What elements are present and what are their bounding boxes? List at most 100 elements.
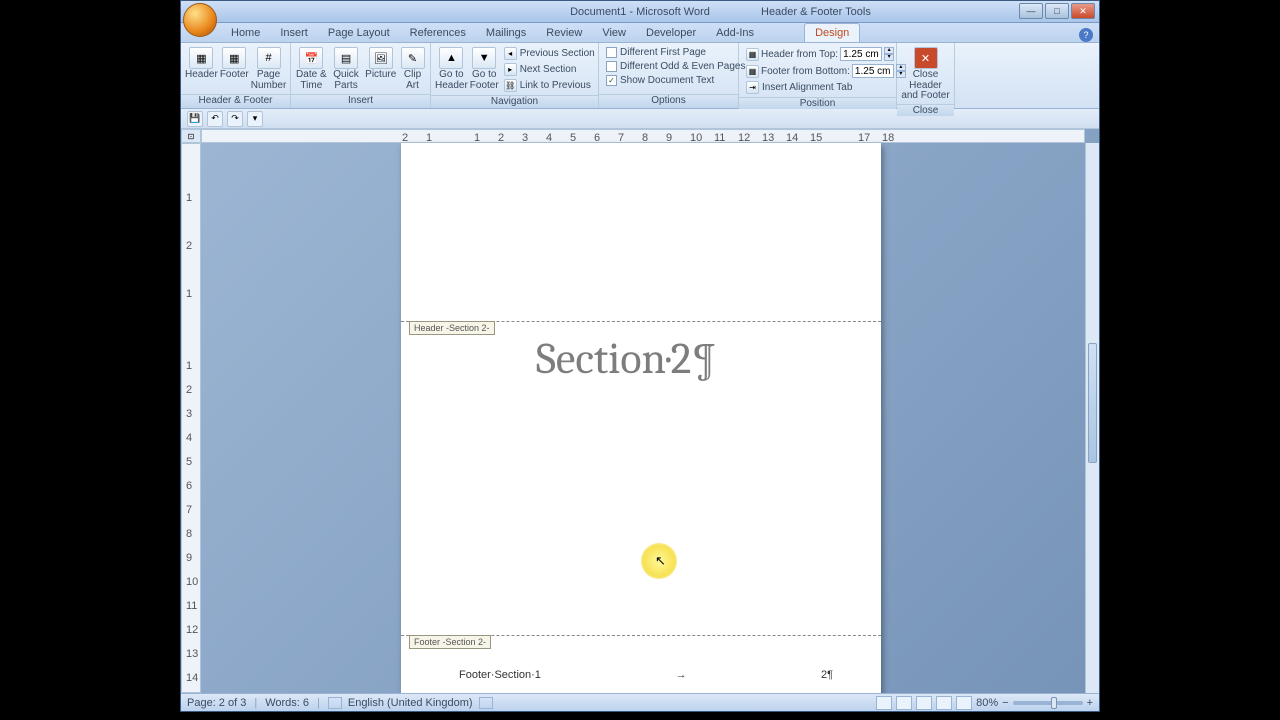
qat-custom-icon[interactable]: ▾ [247, 111, 263, 127]
quick-access-toolbar: 💾 ↶ ↷ ▾ [181, 109, 1099, 129]
document-page[interactable]: Header -Section 2- Section·2¶ Footer -Se… [401, 143, 881, 693]
macro-icon[interactable] [479, 697, 493, 709]
close-header-footer-button[interactable]: ✕Close Header and Footer [901, 45, 950, 102]
close-button[interactable]: ✕ [1071, 3, 1095, 19]
footer-section-tab: Footer -Section 2- [409, 635, 491, 649]
group-label: Position [739, 97, 896, 109]
help-icon[interactable]: ? [1079, 28, 1093, 42]
footer-button[interactable]: ▦Footer [220, 45, 249, 81]
document-area: ⊡ 211234567891011121314151718 1211234567… [181, 129, 1099, 693]
tab-insert[interactable]: Insert [270, 24, 318, 42]
header-icon: ▦ [189, 47, 213, 69]
scrollbar-thumb[interactable] [1088, 343, 1097, 463]
footer-text[interactable]: Footer·Section·1 → 2¶ [459, 669, 833, 681]
footer-tab-char: → [675, 669, 686, 681]
tab-mailings[interactable]: Mailings [476, 24, 536, 42]
tab-addins[interactable]: Add-Ins [706, 24, 764, 42]
ruler-corner[interactable]: ⊡ [181, 129, 201, 143]
header-section-tab: Header -Section 2- [409, 321, 495, 335]
ribbon: ▦Header ▦Footer #Page Number Header & Fo… [181, 43, 1099, 109]
header-top-input[interactable] [840, 47, 882, 61]
goto-footer-button[interactable]: ▼Go to Footer [470, 45, 499, 91]
header-text[interactable]: Section·2¶ [536, 333, 717, 384]
clip-art-button[interactable]: ✎Clip Art [399, 45, 426, 91]
checkbox-icon: ✓ [606, 75, 617, 86]
different-odd-even-check[interactable]: Different Odd & Even Pages [603, 60, 748, 73]
ribbon-tabs: Home Insert Page Layout References Maili… [181, 23, 1099, 43]
spinner[interactable]: ▴▾ [884, 47, 894, 61]
zoom-out-button[interactable]: − [1002, 697, 1008, 709]
redo-icon[interactable]: ↷ [227, 111, 243, 127]
office-button[interactable] [183, 3, 217, 37]
tab-review[interactable]: Review [536, 24, 592, 42]
checkbox-icon [606, 47, 617, 58]
view-full-screen-icon[interactable] [896, 696, 912, 710]
view-print-layout-icon[interactable] [876, 696, 892, 710]
horizontal-ruler[interactable]: 211234567891011121314151718 [201, 129, 1085, 143]
status-bar: Page: 2 of 3| Words: 6| English (United … [181, 693, 1099, 711]
header-top-icon: ▦ [746, 48, 759, 61]
view-web-layout-icon[interactable] [916, 696, 932, 710]
footer-from-bottom-field[interactable]: ▦Footer from Bottom:▴▾ [743, 63, 909, 79]
link-icon: ⛓ [504, 79, 517, 92]
goto-header-icon: ▲ [439, 47, 463, 69]
zoom-in-button[interactable]: + [1087, 697, 1093, 709]
footer-bottom-input[interactable] [852, 64, 894, 78]
close-icon: ✕ [914, 47, 938, 69]
group-label: Options [599, 94, 738, 108]
different-first-page-check[interactable]: Different First Page [603, 46, 748, 59]
zoom-slider[interactable] [1013, 701, 1083, 705]
vertical-scrollbar[interactable] [1085, 143, 1099, 693]
picture-button[interactable]: 🖼Picture [364, 45, 397, 81]
header-from-top-field[interactable]: ▦Header from Top:▴▾ [743, 46, 909, 62]
view-draft-icon[interactable] [956, 696, 972, 710]
clip-art-icon: ✎ [401, 47, 425, 69]
vertical-ruler[interactable]: 121123456789101112131415 [181, 143, 201, 693]
alignment-tab-icon: ⇥ [746, 81, 759, 94]
tab-developer[interactable]: Developer [636, 24, 706, 42]
zoom-level[interactable]: 80% [976, 697, 998, 709]
footer-bottom-icon: ▦ [746, 65, 759, 78]
group-label: Close [897, 104, 954, 116]
footer-right: 2¶ [821, 669, 833, 681]
footer-left: Footer·Section·1 [459, 669, 541, 681]
group-label: Header & Footer [181, 94, 290, 108]
calendar-icon: 📅 [299, 47, 323, 69]
show-document-text-check[interactable]: ✓Show Document Text [603, 74, 748, 87]
prev-icon: ◂ [504, 47, 517, 60]
status-language[interactable]: English (United Kingdom) [348, 697, 473, 709]
checkbox-icon [606, 61, 617, 72]
status-words[interactable]: Words: 6 [265, 697, 309, 709]
header-button[interactable]: ▦Header [185, 45, 218, 81]
save-icon[interactable]: 💾 [187, 111, 203, 127]
insert-alignment-tab-button[interactable]: ⇥Insert Alignment Tab [743, 80, 909, 95]
status-page[interactable]: Page: 2 of 3 [187, 697, 246, 709]
page-number-icon: # [257, 47, 281, 69]
proofing-icon[interactable] [328, 697, 342, 709]
undo-icon[interactable]: ↶ [207, 111, 223, 127]
link-previous-button[interactable]: ⛓Link to Previous [501, 78, 598, 93]
group-label: Navigation [431, 95, 598, 108]
view-outline-icon[interactable] [936, 696, 952, 710]
next-icon: ▸ [504, 63, 517, 76]
goto-footer-icon: ▼ [472, 47, 496, 69]
quick-parts-button[interactable]: ▤Quick Parts [330, 45, 363, 91]
goto-header-button[interactable]: ▲Go to Header [435, 45, 468, 91]
tab-references[interactable]: References [400, 24, 476, 42]
tab-home[interactable]: Home [221, 24, 270, 42]
minimize-button[interactable]: — [1019, 3, 1043, 19]
next-section-button[interactable]: ▸Next Section [501, 62, 598, 77]
page-number-button[interactable]: #Page Number [251, 45, 287, 91]
tab-design[interactable]: Design [804, 23, 860, 42]
cursor-icon: ↖ [655, 553, 666, 569]
window-title: Document1 - Microsoft Word [570, 6, 710, 18]
maximize-button[interactable]: □ [1045, 3, 1069, 19]
zoom-handle[interactable] [1051, 697, 1057, 709]
titlebar: Document1 - Microsoft Word Header & Foot… [181, 1, 1099, 23]
footer-icon: ▦ [222, 47, 246, 69]
previous-section-button[interactable]: ◂Previous Section [501, 46, 598, 61]
date-time-button[interactable]: 📅Date & Time [295, 45, 328, 91]
tab-view[interactable]: View [592, 24, 636, 42]
tab-page-layout[interactable]: Page Layout [318, 24, 400, 42]
picture-icon: 🖼 [369, 47, 393, 69]
